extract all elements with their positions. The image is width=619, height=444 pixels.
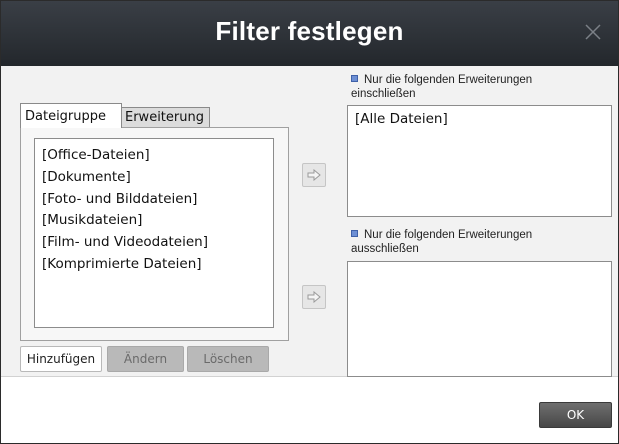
add-to-include-button[interactable] bbox=[302, 163, 326, 187]
list-item[interactable]: [Film- und Videodateien] bbox=[42, 232, 273, 254]
list-item[interactable]: [Office-Dateien] bbox=[42, 145, 273, 167]
tab-erweiterung[interactable]: Erweiterung bbox=[120, 107, 210, 128]
dialog-title: Filter festlegen bbox=[215, 16, 404, 46]
list-item[interactable]: [Foto- und Bilddateien] bbox=[42, 189, 273, 211]
include-label: Nur die folgenden Erweiterungen einschli… bbox=[351, 74, 533, 100]
exclude-list[interactable] bbox=[347, 261, 612, 377]
dialog-footer: OK bbox=[1, 377, 618, 443]
list-item[interactable]: [Dokumente] bbox=[42, 167, 273, 189]
filter-dialog: Filter festlegen Dateigruppe Erweiterung… bbox=[0, 0, 619, 444]
dialog-content: Dateigruppe Erweiterung [Office-Dateien]… bbox=[1, 66, 618, 377]
title-bar: Filter festlegen bbox=[1, 1, 618, 66]
arrow-right-icon bbox=[307, 291, 321, 303]
file-group-list[interactable]: [Office-Dateien] [Dokumente] [Foto- und … bbox=[34, 138, 274, 328]
edit-button[interactable]: Ändern bbox=[107, 346, 184, 372]
list-item[interactable]: [Alle Dateien] bbox=[355, 109, 611, 129]
delete-button[interactable]: Löschen bbox=[187, 346, 269, 372]
bullet-icon bbox=[351, 230, 358, 237]
include-list[interactable]: [Alle Dateien] bbox=[347, 105, 612, 217]
bullet-icon bbox=[351, 75, 358, 82]
ok-button[interactable]: OK bbox=[539, 402, 612, 428]
tab-dateigruppe[interactable]: Dateigruppe bbox=[20, 103, 122, 128]
exclude-label: Nur die folgenden Erweiterungen ausschli… bbox=[351, 229, 533, 255]
list-item[interactable]: [Komprimierte Dateien] bbox=[42, 254, 273, 276]
add-to-exclude-button[interactable] bbox=[302, 285, 326, 309]
file-group-panel: [Office-Dateien] [Dokumente] [Foto- und … bbox=[20, 127, 289, 341]
close-icon[interactable] bbox=[582, 21, 604, 43]
add-button[interactable]: Hinzufügen bbox=[20, 346, 102, 372]
list-item[interactable]: [Musikdateien] bbox=[42, 210, 273, 232]
arrow-right-icon bbox=[307, 169, 321, 181]
